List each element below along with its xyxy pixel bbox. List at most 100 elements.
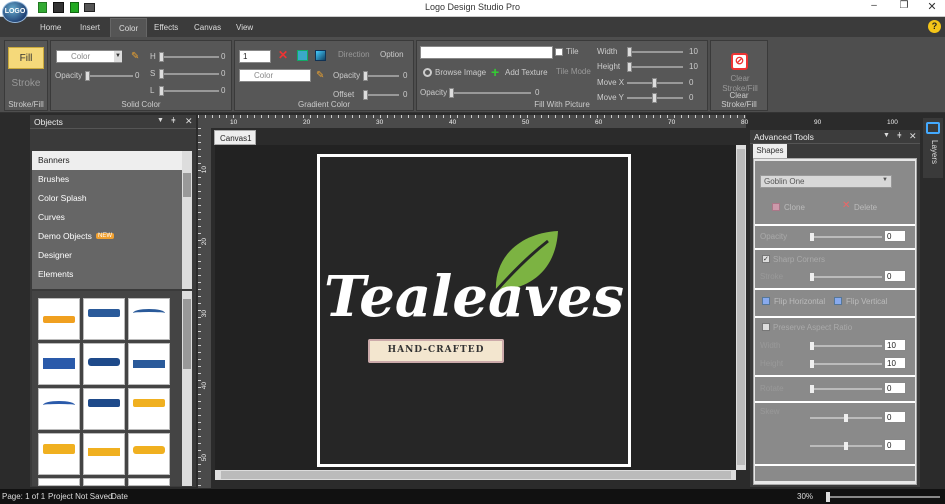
skew-x-slider[interactable] [810,414,882,422]
tile-mode-label[interactable]: Tile Mode [556,67,591,76]
gradient-count-combo[interactable]: 1 [239,50,271,63]
zoom-slider[interactable] [826,492,940,502]
clone-button[interactable]: Clone [784,203,805,212]
picture-path-input[interactable] [420,46,553,59]
stroke-slider[interactable] [810,273,882,281]
layers-side-tab[interactable]: Layers [923,118,943,178]
panel-menu-icon[interactable]: ▼ [883,132,890,139]
dropdown-arrow-icon[interactable]: ▼ [882,177,888,183]
fill-button[interactable]: Fill [8,47,44,69]
gradient-opacity-slider[interactable] [363,71,399,81]
list-item-elements[interactable]: Elements [32,265,182,284]
tab-view[interactable]: View [228,18,261,37]
dropdown-arrow-icon[interactable]: ▼ [114,51,122,62]
banner-thumb[interactable] [83,343,125,385]
eyedropper-icon[interactable]: ✎ [131,51,139,62]
height-input[interactable]: 10 [884,357,906,369]
picture-opacity-slider[interactable] [449,88,531,98]
restore-button[interactable]: ❐ [894,0,914,16]
minimize-button[interactable]: – [864,0,884,16]
opacity-slider[interactable] [810,233,882,241]
move-x-slider[interactable] [627,78,683,88]
solid-color-combo[interactable]: Color [56,50,122,63]
banner-thumb[interactable] [83,433,125,475]
move-y-slider[interactable] [627,93,683,103]
pic-height-slider[interactable] [627,62,683,72]
thumb-scrollbar[interactable] [182,291,192,486]
help-icon[interactable]: ? [928,20,941,33]
tab-canvas[interactable]: Canvas [186,18,229,37]
flip-horizontal-icon[interactable] [762,297,770,305]
pin-icon[interactable]: ǂ [897,131,902,140]
panel-menu-icon[interactable]: ▼ [157,117,164,124]
option-label[interactable]: Option [380,50,404,59]
canvas-area[interactable]: Tealeaves HAND-CRAFTED [215,145,736,470]
browse-image-icon[interactable] [423,68,432,77]
list-scrollbar[interactable] [182,151,192,289]
list-item-curves[interactable]: Curves [32,208,182,227]
banner-thumb[interactable] [128,478,170,486]
add-texture-button[interactable]: Add Texture [505,68,548,77]
flip-vertical-button[interactable]: Flip Vertical [846,297,887,306]
stroke-button[interactable]: Stroke [8,74,44,94]
preserve-ratio-checkbox[interactable] [762,323,770,331]
close-button[interactable]: ✕ [922,0,942,16]
list-item-demo-objects[interactable]: Demo Objects [32,227,102,246]
banner-thumb[interactable] [38,388,80,430]
delete-icon[interactable]: ✕ [842,200,850,211]
close-panel-icon[interactable]: ✕ [185,116,193,127]
pic-width-slider[interactable] [627,47,683,57]
banner-thumb[interactable] [83,388,125,430]
canvas-vscroll[interactable] [736,145,746,470]
direction-label[interactable]: Direction [338,50,370,59]
solid-opacity-slider[interactable] [85,71,133,81]
skew-y-slider[interactable] [810,442,882,450]
sharp-corners-checkbox[interactable]: ✓ [762,255,770,263]
tab-home[interactable]: Home [32,18,69,37]
flip-vertical-icon[interactable] [834,297,842,305]
gradient-stop-icon[interactable] [297,50,308,61]
banner-thumb[interactable] [128,388,170,430]
rotate-slider[interactable] [810,385,882,393]
list-item-color-splash[interactable]: Color Splash [32,189,182,208]
logo-artboard[interactable]: Tealeaves HAND-CRAFTED [317,154,631,467]
clear-icon[interactable]: ⊘ [731,53,748,70]
stroke-input[interactable]: 0 [884,270,906,282]
gradient-preset-icon[interactable] [315,50,326,61]
clone-icon[interactable] [772,203,780,211]
banner-thumb[interactable] [128,343,170,385]
banner-thumb[interactable] [38,343,80,385]
close-panel-icon[interactable]: ✕ [909,131,917,142]
tab-insert[interactable]: Insert [72,18,108,37]
skew-x-input[interactable]: 0 [884,411,906,423]
delete-button[interactable]: Delete [854,203,877,212]
opacity-input[interactable]: 0 [884,230,906,242]
banner-thumb[interactable] [83,478,125,486]
skew-y-input[interactable]: 0 [884,439,906,451]
eyedropper-icon[interactable]: ✎ [316,70,324,81]
offset-slider[interactable] [363,90,399,100]
add-texture-icon[interactable]: + [491,64,499,80]
list-item-brushes[interactable]: Brushes [32,170,182,189]
tab-canvas1[interactable]: Canvas1 [214,130,256,145]
flip-horizontal-button[interactable]: Flip Horizontal [774,297,825,306]
canvas-hscroll[interactable] [215,470,736,480]
light-slider[interactable] [159,86,219,96]
banner-thumb[interactable] [128,433,170,475]
list-item-designer[interactable]: Designer [32,246,182,265]
rotate-input[interactable]: 0 [884,382,906,394]
browse-image-button[interactable]: Browse Image [435,68,486,77]
banner-thumb[interactable] [38,298,80,340]
banner-thumb[interactable] [38,478,80,486]
tab-color[interactable]: Color [110,18,148,37]
width-input[interactable]: 10 [884,339,906,351]
sat-slider[interactable] [159,69,219,79]
banner-thumb[interactable] [83,298,125,340]
width-slider[interactable] [810,342,882,350]
tab-effects[interactable]: Effects [146,18,186,37]
banner-thumb[interactable] [38,433,80,475]
remove-stop-icon[interactable]: ✕ [278,48,288,62]
hue-slider[interactable] [159,52,219,62]
tile-checkbox[interactable] [555,48,563,56]
banner-thumb[interactable] [128,298,170,340]
